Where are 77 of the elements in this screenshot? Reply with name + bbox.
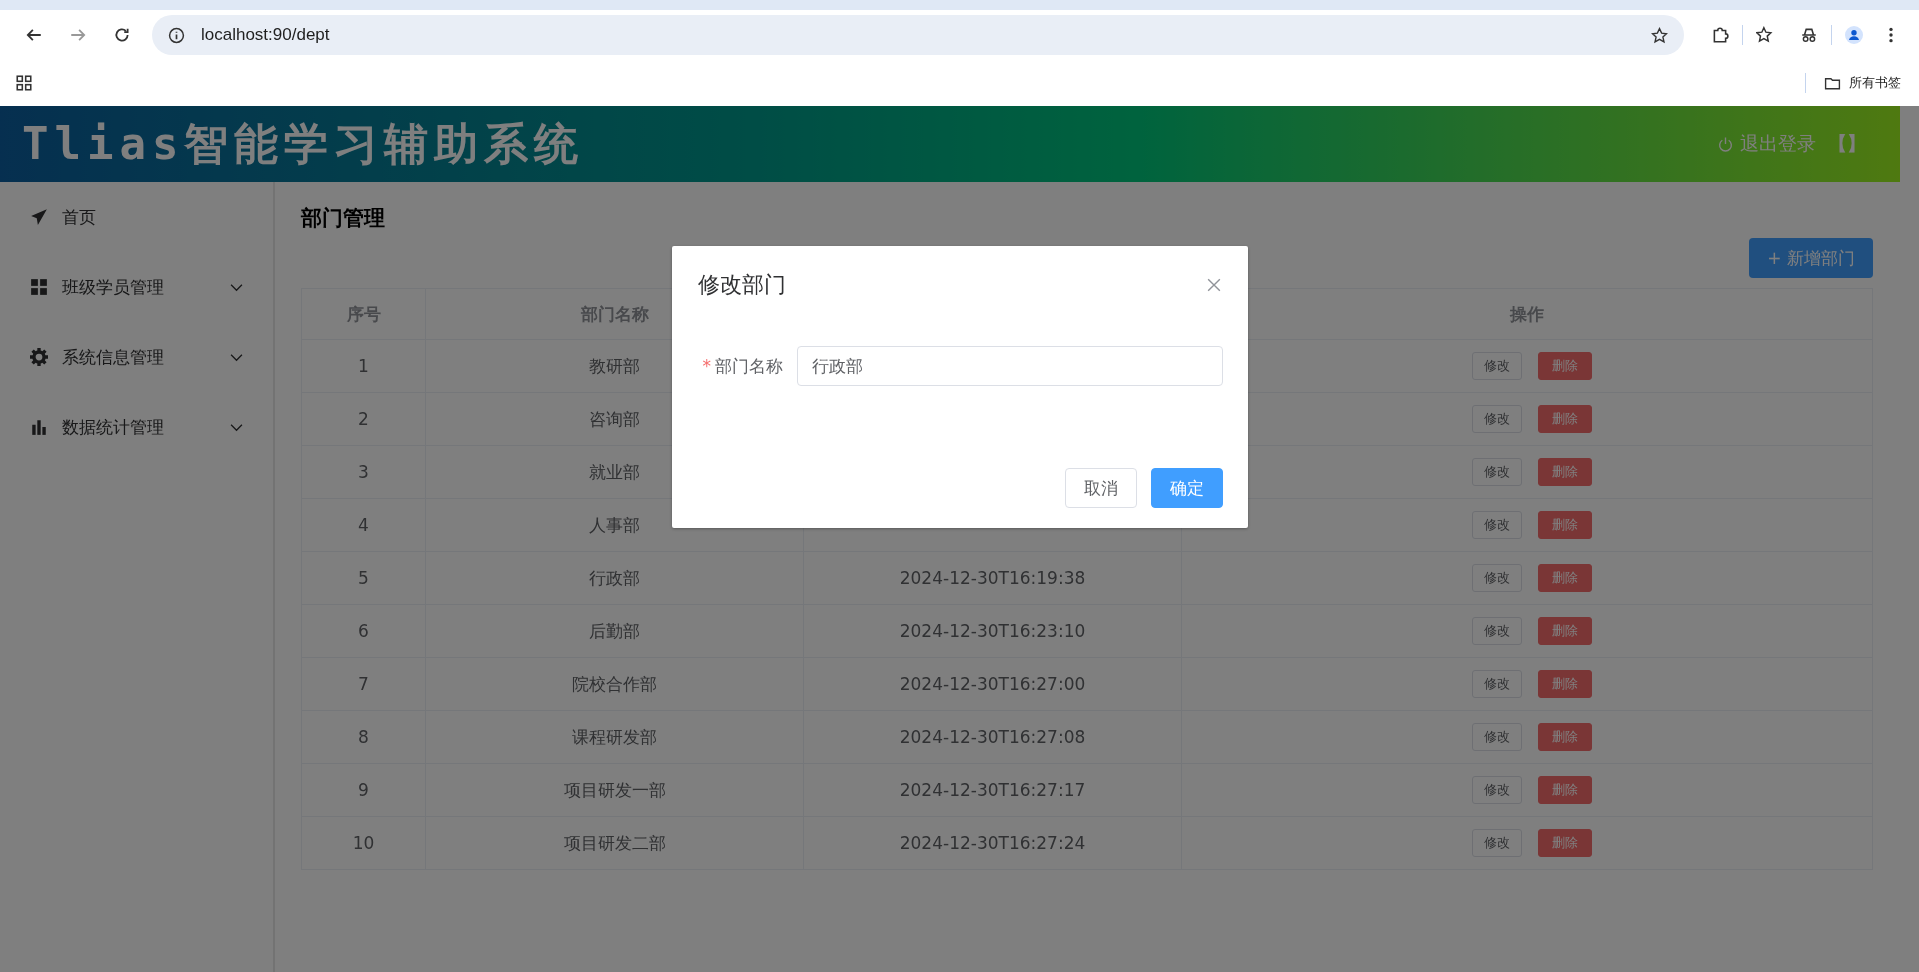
reload-icon[interactable]	[113, 26, 131, 44]
table-cell: 2	[301, 392, 426, 446]
delete-button[interactable]: 删除	[1538, 352, 1592, 380]
delete-button[interactable]: 删除	[1538, 564, 1592, 592]
gear-icon	[30, 348, 48, 366]
bracket-text: 【】	[1828, 131, 1866, 156]
table-cell: 4	[301, 498, 426, 552]
cancel-button[interactable]: 取消	[1065, 468, 1137, 508]
paper-plane-icon	[30, 208, 48, 226]
bookmarks-folder[interactable]: 所有书签	[1818, 70, 1907, 96]
delete-button[interactable]: 删除	[1538, 670, 1592, 698]
edit-button[interactable]: 修改	[1472, 670, 1522, 698]
apps-grid-icon[interactable]	[15, 74, 33, 92]
grid-icon	[30, 278, 48, 296]
menu-item[interactable]: 首页	[0, 182, 273, 252]
menu-label: 系统信息管理	[62, 345, 165, 369]
bar-chart-icon	[30, 418, 48, 436]
puzzle-icon[interactable]	[1711, 26, 1729, 44]
menu-item[interactable]: 数据统计管理	[0, 392, 273, 462]
table-cell: 2024-12-30T16:27:00	[899, 674, 1086, 694]
profile-icon[interactable]	[1845, 26, 1863, 44]
table-cell: 2024-12-30T16:23:10	[899, 621, 1086, 641]
incognito-icon[interactable]	[1800, 26, 1818, 44]
delete-button[interactable]: 删除	[1538, 458, 1592, 486]
confirm-button[interactable]: 确定	[1151, 468, 1223, 508]
table-cell: 院校合作部	[425, 657, 804, 711]
delete-button[interactable]: 删除	[1538, 617, 1592, 645]
table-cell: 2024-12-30T16:19:38	[899, 568, 1086, 588]
star-list-icon[interactable]	[1756, 26, 1774, 44]
edit-button[interactable]: 修改	[1472, 511, 1522, 539]
table-cell: 课程研发部	[425, 710, 804, 764]
delete-button[interactable]: 删除	[1538, 776, 1592, 804]
table-cell: 10	[301, 816, 426, 870]
info-icon[interactable]	[168, 26, 185, 44]
edit-button[interactable]: 修改	[1472, 776, 1522, 804]
table-cell: 7	[301, 657, 426, 711]
address-bar[interactable]: localhost:90/dept	[152, 15, 1684, 55]
table-cell: 后勤部	[425, 604, 804, 658]
table-cell: 行政部	[425, 551, 804, 605]
table-cell: 8	[301, 710, 426, 764]
table-cell: 9	[301, 763, 426, 817]
app-title: Tlias智能学习辅助系统	[22, 116, 585, 171]
delete-button[interactable]: 删除	[1538, 405, 1592, 433]
menu-label: 班级学员管理	[62, 275, 165, 299]
delete-button[interactable]: 删除	[1538, 723, 1592, 751]
edit-button[interactable]: 修改	[1472, 405, 1522, 433]
menu-label: 数据统计管理	[62, 415, 165, 439]
menu-icon[interactable]	[1888, 26, 1894, 44]
close-icon[interactable]	[1207, 278, 1221, 292]
table-cell: 1	[301, 339, 426, 393]
edit-button[interactable]: 修改	[1472, 723, 1522, 751]
table-cell: 6	[301, 604, 426, 658]
menu-item[interactable]: 班级学员管理	[0, 252, 273, 322]
add-department-button[interactable]: + 新增部门	[1749, 238, 1873, 278]
table-cell: 5	[301, 551, 426, 605]
required-mark: *	[702, 355, 711, 376]
star-icon[interactable]	[1651, 26, 1668, 44]
edit-button[interactable]: 修改	[1472, 564, 1522, 592]
url-text: localhost:90/dept	[201, 25, 331, 45]
table-cell: 3	[301, 445, 426, 499]
table-cell: 项目研发一部	[425, 763, 804, 817]
field-label: * 部门名称	[701, 354, 783, 378]
delete-button[interactable]: 删除	[1538, 511, 1592, 539]
page-title: 部门管理	[301, 205, 386, 232]
table-cell: 2024-12-30T16:27:24	[899, 833, 1086, 853]
department-name-field[interactable]: 行政部	[797, 346, 1223, 386]
edit-button[interactable]: 修改	[1472, 352, 1522, 380]
table-cell: 项目研发二部	[425, 816, 804, 870]
menu-label: 首页	[62, 205, 97, 229]
edit-button[interactable]: 修改	[1472, 458, 1522, 486]
edit-button[interactable]: 修改	[1472, 829, 1522, 857]
menu-item[interactable]: 系统信息管理	[0, 322, 273, 392]
edit-button[interactable]: 修改	[1472, 617, 1522, 645]
power-icon	[1717, 135, 1734, 153]
table-cell: 2024-12-30T16:27:17	[899, 780, 1086, 800]
delete-button[interactable]: 删除	[1538, 829, 1592, 857]
table-cell: 2024-12-30T16:27:08	[899, 727, 1086, 747]
